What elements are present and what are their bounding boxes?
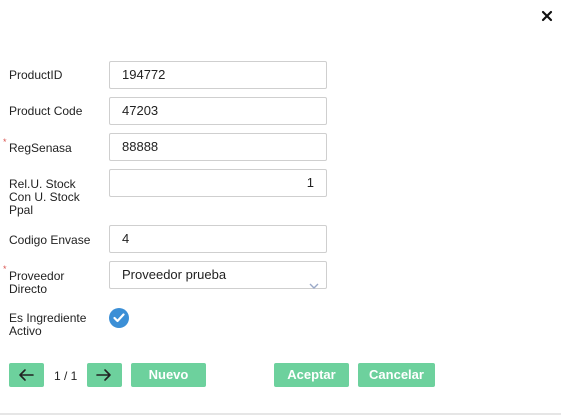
label-line: Directo bbox=[9, 282, 48, 296]
productid-label: ProductID bbox=[9, 68, 63, 82]
required-marker: * bbox=[3, 137, 7, 147]
nuevo-button[interactable]: Nuevo bbox=[131, 363, 206, 387]
es-ingrediente-activo-label: Es Ingrediente Activo bbox=[9, 312, 86, 338]
arrow-right-icon bbox=[96, 369, 111, 381]
codigo-envase-label: Codigo Envase bbox=[9, 233, 91, 247]
checkmark-icon bbox=[113, 313, 125, 323]
prev-record-button[interactable] bbox=[9, 363, 44, 387]
product-dialog: ProductID 194772 Product Code 47203 * Re… bbox=[0, 0, 561, 415]
product-code-field[interactable]: 47203 bbox=[109, 97, 327, 125]
rel-u-stock-field[interactable]: 1 bbox=[109, 169, 327, 197]
regsenasa-label: RegSenasa bbox=[9, 141, 72, 155]
product-code-label: Product Code bbox=[9, 104, 83, 118]
cancelar-button[interactable]: Cancelar bbox=[358, 363, 435, 387]
codigo-envase-field[interactable]: 4 bbox=[109, 225, 327, 253]
required-marker: * bbox=[3, 264, 7, 274]
next-record-button[interactable] bbox=[87, 363, 122, 387]
close-icon[interactable] bbox=[540, 9, 554, 23]
pager-indicator: 1 / 1 bbox=[54, 369, 78, 383]
productid-field[interactable]: 194772 bbox=[109, 61, 327, 89]
label-line: Activo bbox=[9, 324, 42, 338]
rel-u-stock-label: Rel.U. Stock Con U. Stock Ppal bbox=[9, 178, 80, 217]
chevron-down-icon[interactable] bbox=[309, 272, 319, 298]
proveedor-directo-label: Proveedor Directo bbox=[9, 270, 64, 296]
ingrediente-activo-checkbox[interactable] bbox=[109, 308, 129, 328]
aceptar-button[interactable]: Aceptar bbox=[274, 363, 349, 387]
label-line: Ppal bbox=[9, 203, 34, 217]
proveedor-select[interactable]: Proveedor prueba bbox=[109, 261, 327, 289]
arrow-left-icon bbox=[19, 369, 34, 381]
proveedor-selected-value: Proveedor prueba bbox=[122, 267, 227, 282]
regsenasa-field[interactable]: 88888 bbox=[109, 133, 327, 161]
